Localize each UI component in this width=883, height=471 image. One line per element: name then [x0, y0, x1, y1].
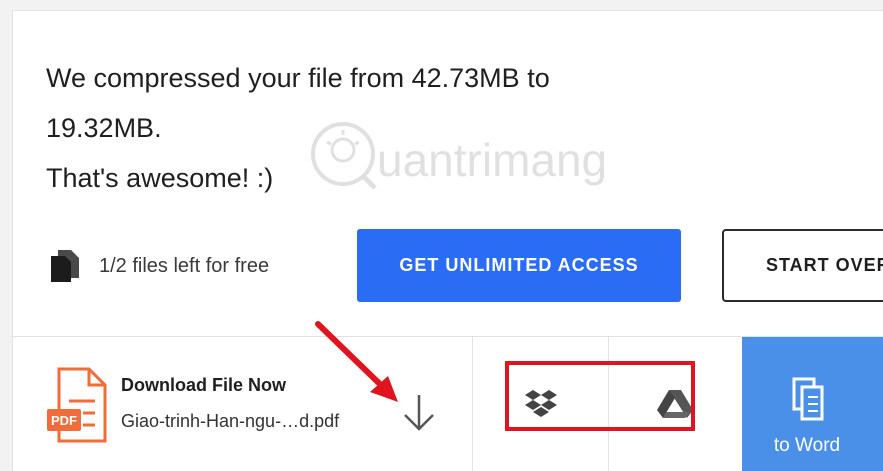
compression-message: We compressed your file from 42.73MB to …: [46, 53, 666, 203]
message-line-1: We compressed your file from 42.73MB to: [46, 63, 550, 93]
save-to-google-drive-cell[interactable]: [609, 337, 741, 471]
dropbox-icon: [525, 390, 557, 417]
start-over-button[interactable]: START OVER: [722, 229, 883, 302]
word-document-icon: [792, 377, 824, 421]
download-arrow-icon[interactable]: [401, 393, 437, 433]
to-word-label: to Word: [773, 435, 841, 456]
google-drive-icon: [657, 390, 693, 418]
download-title: Download File Now: [121, 375, 286, 395]
get-unlimited-access-button[interactable]: GET UNLIMITED ACCESS: [357, 229, 681, 302]
download-file-cell[interactable]: PDF Download File Now Giao-trinh-Han-ngu…: [13, 337, 473, 471]
convert-to-word-cell[interactable]: to Word: [742, 337, 883, 471]
files-left-info: 1/2 files left for free: [49, 244, 269, 288]
download-filename: Giao-trinh-Han-ngu-…d.pdf: [121, 411, 340, 431]
pdf-badge-text: PDF: [51, 413, 77, 428]
message-line-3: That's awesome! :): [46, 163, 274, 193]
result-card: We compressed your file from 42.73MB to …: [12, 10, 883, 471]
files-left-text: 1/2 files left for free: [99, 254, 270, 277]
download-bar: PDF Download File Now Giao-trinh-Han-ngu…: [13, 336, 883, 471]
files-stack-icon: [51, 250, 79, 282]
save-to-dropbox-cell[interactable]: [473, 337, 609, 471]
message-line-2: 19.32MB.: [46, 113, 162, 143]
pdf-file-icon: PDF: [47, 367, 107, 443]
